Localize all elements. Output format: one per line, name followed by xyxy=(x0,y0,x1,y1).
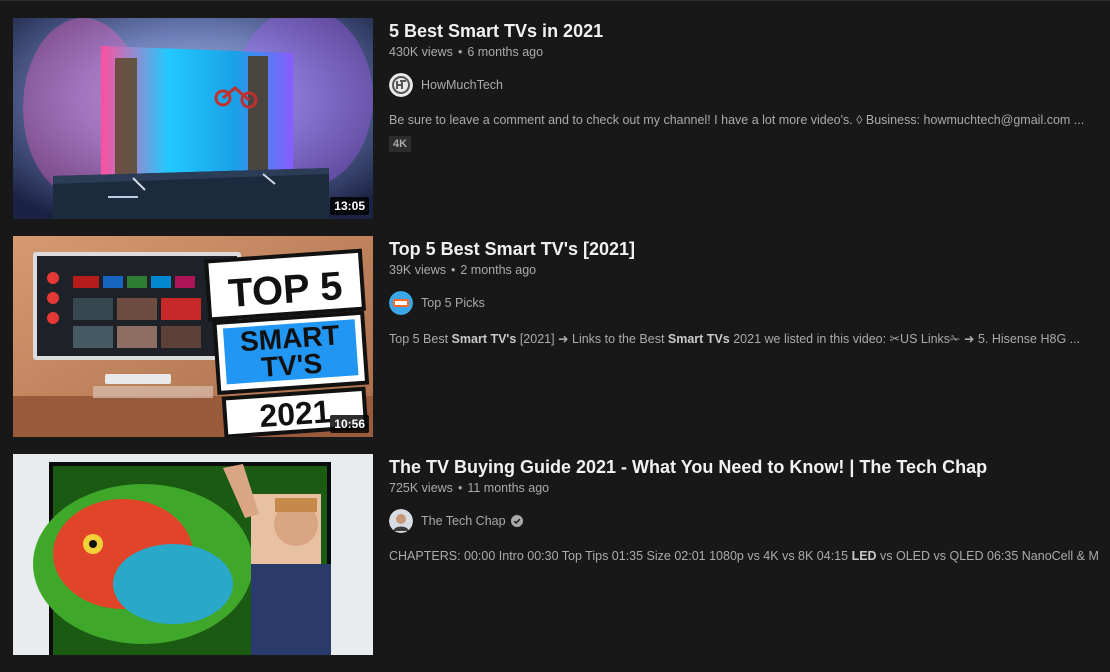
description-highlight: Smart TVs xyxy=(667,332,730,346)
channel-avatar-person-icon xyxy=(389,509,413,533)
video-title[interactable]: 5 Best Smart TVs in 2021 xyxy=(389,18,1099,44)
upload-age: 6 months ago xyxy=(467,45,544,59)
video-meta: Top 5 Best Smart TV's [2021] 39K views • 2… xyxy=(389,236,1099,346)
video-stats: 39K views • 2 months ago xyxy=(389,263,1099,277)
video-result[interactable]: TOP 5 SMART TV'S 2021 10:56 Top 5 Best S… xyxy=(13,236,1110,454)
top-divider xyxy=(0,0,1110,1)
description-text: Be sure to leave a comment and to check … xyxy=(389,113,1085,127)
thumb-text-top5: TOP 5 xyxy=(227,264,344,316)
channel-info[interactable]: HowMuchTech xyxy=(389,73,1099,97)
channel-name[interactable]: The Tech Chap xyxy=(421,514,506,528)
video-thumbnail[interactable] xyxy=(13,454,373,655)
description-text: CHAPTERS: 00:00 Intro 00:30 Top Tips 01:… xyxy=(389,549,852,563)
video-meta: 5 Best Smart TVs in 2021 430K views • 6 mo… xyxy=(389,18,1099,152)
stats-separator: • xyxy=(450,263,456,277)
description-highlight: Smart TV's xyxy=(451,332,517,346)
video-title[interactable]: The TV Buying Guide 2021 - What You Need… xyxy=(389,454,1099,480)
description-text: 2021 we listed in this video: ✂US Links✁… xyxy=(729,332,1081,346)
search-results-list: 13:05 5 Best Smart TVs in 2021 430K view… xyxy=(13,18,1110,672)
video-title[interactable]: Top 5 Best Smart TV's [2021] xyxy=(389,236,1099,262)
video-result[interactable]: The TV Buying Guide 2021 - What You Need… xyxy=(13,454,1110,672)
avatar[interactable] xyxy=(389,509,413,533)
stats-separator: • xyxy=(457,481,463,495)
channel-logo-icon xyxy=(389,73,413,97)
avatar[interactable] xyxy=(389,73,413,97)
thumbnail-text-overlay: TOP 5 SMART TV'S 2021 xyxy=(227,264,344,434)
video-description: Top 5 Best Smart TV's [2021] ➜ Links to … xyxy=(389,331,1099,346)
video-thumbnail[interactable]: 13:05 xyxy=(13,18,373,219)
channel-name[interactable]: HowMuchTech xyxy=(421,78,503,92)
channel-name[interactable]: Top 5 Picks xyxy=(421,296,485,310)
avatar[interactable] xyxy=(389,291,413,315)
channel-logo-icon xyxy=(389,291,413,315)
quality-badge: 4K xyxy=(389,136,412,152)
channel-info[interactable]: The Tech Chap xyxy=(389,509,1099,533)
video-duration: 13:05 xyxy=(330,197,369,215)
description-text: Top 5 Best xyxy=(389,332,452,346)
thumb-text-tvs: TV'S xyxy=(260,348,323,383)
thumbnail-image-chameleon-tv xyxy=(13,454,373,655)
video-duration: 10:56 xyxy=(330,415,369,433)
description-highlight: LED xyxy=(851,549,877,563)
upload-age: 2 months ago xyxy=(460,263,537,277)
video-description: Be sure to leave a comment and to check … xyxy=(389,113,1099,127)
view-count: 725K views xyxy=(389,481,453,495)
thumb-text-year: 2021 xyxy=(258,393,332,434)
video-stats: 430K views • 6 months ago xyxy=(389,45,1099,59)
channel-info[interactable]: Top 5 Picks xyxy=(389,291,1099,315)
view-count: 430K views xyxy=(389,45,453,59)
stats-separator: • xyxy=(457,45,463,59)
upload-age: 11 months ago xyxy=(467,481,550,495)
view-count: 39K views xyxy=(389,263,446,277)
video-description: CHAPTERS: 00:00 Intro 00:30 Top Tips 01:… xyxy=(389,549,1099,563)
thumbnail-image-smart-tv-forest xyxy=(13,18,373,219)
video-result[interactable]: 13:05 5 Best Smart TVs in 2021 430K view… xyxy=(13,18,1110,236)
description-text: vs OLED vs QLED 06:35 NanoCell & Mini xyxy=(876,549,1099,563)
description-text: [2021] ➜ Links to the Best xyxy=(516,332,668,346)
verified-check-icon xyxy=(510,515,523,527)
video-stats: 725K views • 11 months ago xyxy=(389,481,1099,495)
video-meta: The TV Buying Guide 2021 - What You Need… xyxy=(389,454,1099,563)
video-thumbnail[interactable]: TOP 5 SMART TV'S 2021 10:56 xyxy=(13,236,373,437)
